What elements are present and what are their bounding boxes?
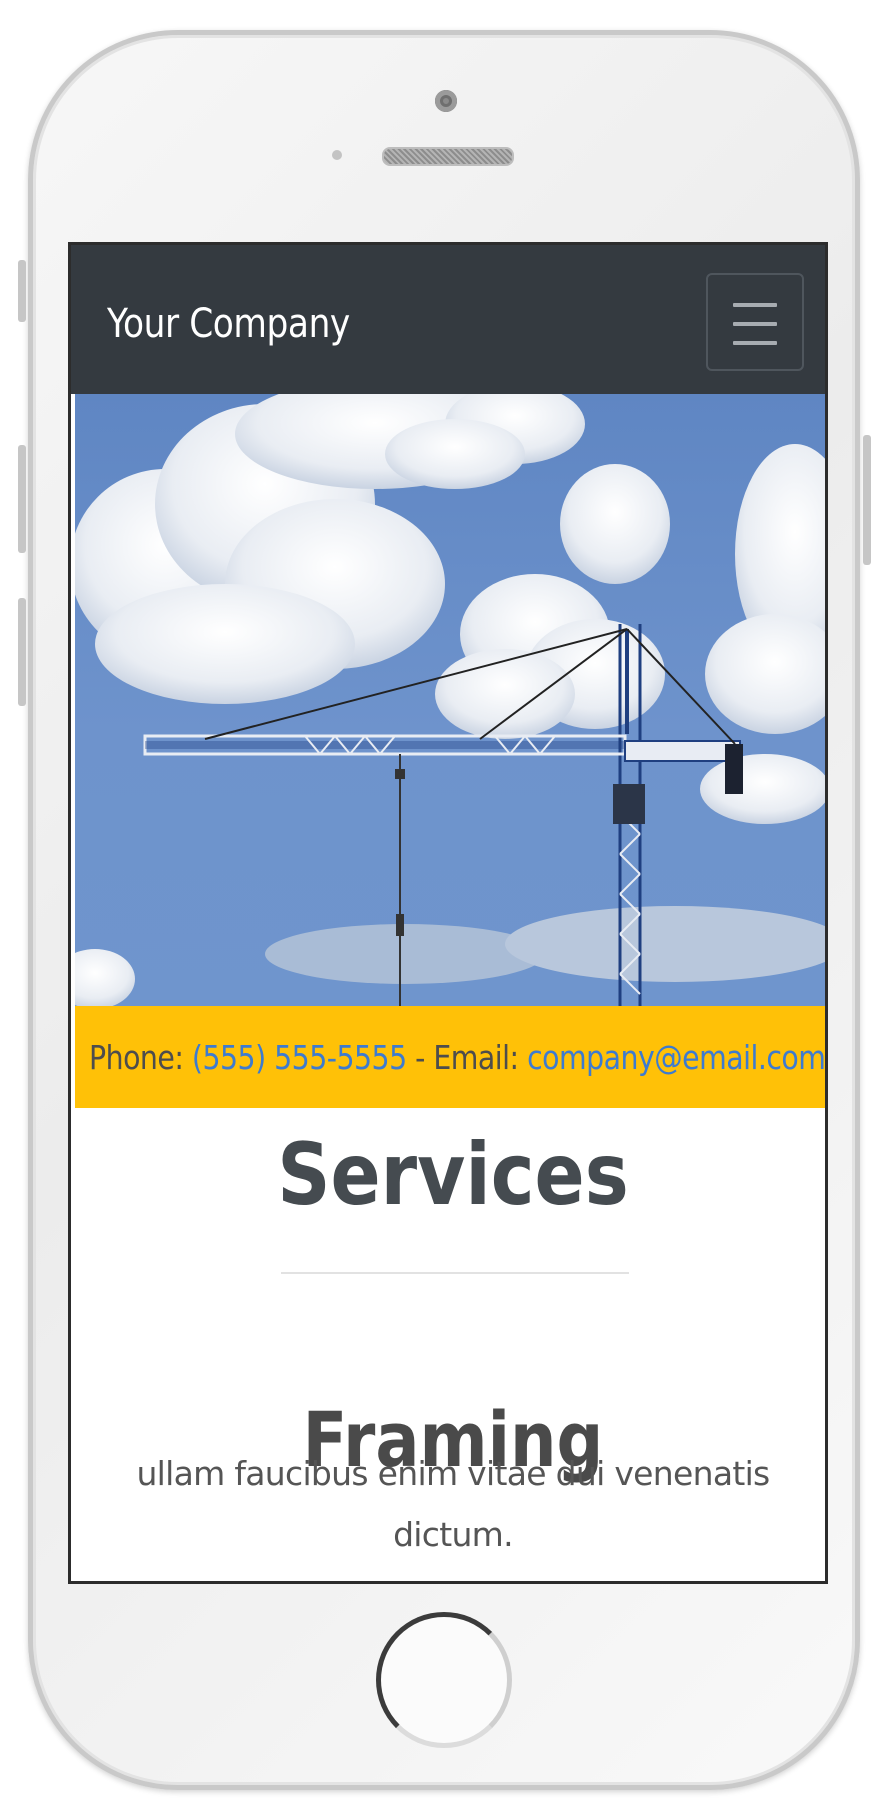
- hamburger-menu-icon: [733, 303, 777, 307]
- volume-down-button: [18, 598, 26, 706]
- hero-image: [75, 394, 825, 1006]
- hamburger-menu-icon-line: [733, 322, 777, 326]
- earpiece-speaker: [382, 147, 514, 166]
- service-description: ullam faucibus enim vitae dui venenatis …: [135, 1443, 771, 1581]
- home-button[interactable]: [376, 1612, 512, 1748]
- contact-info: Phone: (555) 555-5555 - Email: company@e…: [89, 1038, 825, 1077]
- hamburger-menu-icon-line: [733, 341, 777, 345]
- email-link[interactable]: company@email.com: [527, 1038, 825, 1077]
- brand-logo-text[interactable]: Your Company: [107, 301, 350, 347]
- services-heading: Services: [277, 1125, 629, 1225]
- contact-bar: Phone: (555) 555-5555 - Email: company@e…: [75, 1006, 825, 1108]
- email-label: - Email:: [406, 1037, 528, 1077]
- volume-up-button: [18, 445, 26, 553]
- service-description-line: Donec in neque sem. Vestibulum vehicula: [135, 1565, 771, 1581]
- crane-photo: [75, 394, 825, 1006]
- service-description-line: ullam faucibus enim vitae dui venenatis …: [136, 1454, 770, 1554]
- phone-link[interactable]: (555) 555-5555: [192, 1038, 407, 1077]
- phone-label: Phone:: [89, 1037, 192, 1077]
- phone-screen: Your Company Phone: (555) 555-5555 - Ema…: [68, 242, 828, 1584]
- section-divider: [281, 1272, 629, 1274]
- navbar: Your Company: [71, 245, 825, 394]
- front-camera: [435, 90, 457, 112]
- mute-switch: [18, 260, 26, 322]
- navbar-toggle-button[interactable]: [706, 273, 804, 371]
- power-button: [863, 435, 871, 565]
- proximity-sensor: [332, 150, 342, 160]
